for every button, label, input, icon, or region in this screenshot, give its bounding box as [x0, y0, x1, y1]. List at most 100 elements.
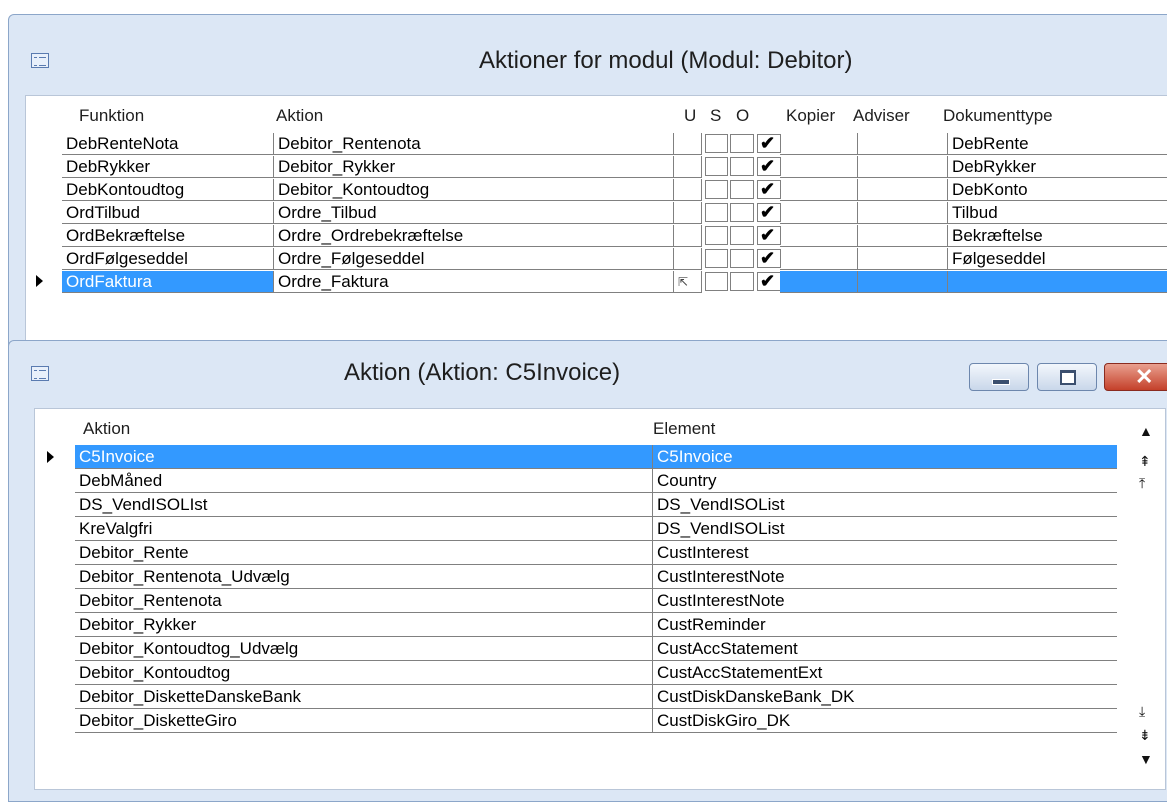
- table-row-selected[interactable]: C5Invoice C5Invoice: [47, 445, 1117, 469]
- aktion-cell[interactable]: DS_VendISOLIst: [75, 493, 653, 517]
- u-checkbox[interactable]: [705, 249, 728, 268]
- u-checkbox[interactable]: [705, 134, 728, 153]
- o-checkbox[interactable]: [757, 179, 781, 200]
- table-row[interactable]: DebRykker Debitor_Rykker DebRykker: [62, 156, 1167, 179]
- column-header-aktion[interactable]: Aktion: [276, 106, 323, 126]
- table-row[interactable]: DS_VendISOLIst DS_VendISOList: [75, 493, 1117, 517]
- o-checkbox[interactable]: [757, 133, 781, 154]
- column-header-element[interactable]: Element: [653, 419, 715, 439]
- funktion-cell[interactable]: DebKontoudtog: [62, 179, 274, 201]
- window-menu-icon[interactable]: [31, 53, 49, 68]
- table-row[interactable]: Debitor_Rentenota_Udvælg CustInterestNot…: [75, 565, 1117, 589]
- funktion-cell[interactable]: DebRenteNota: [62, 133, 274, 155]
- table-row[interactable]: OrdTilbud Ordre_Tilbud Tilbud: [62, 202, 1167, 225]
- dokumenttype-cell[interactable]: DebKonto: [948, 179, 1167, 201]
- u-checkbox[interactable]: [705, 180, 728, 199]
- aktion-cell[interactable]: Debitor_Rente: [75, 541, 653, 565]
- aktion-cell[interactable]: Debitor_Rykker: [274, 156, 674, 178]
- table-row[interactable]: DebMåned Country: [75, 469, 1117, 493]
- aktion-cell[interactable]: Debitor_Rentenota_Udvælg: [75, 565, 653, 589]
- adviser-cell[interactable]: [858, 133, 948, 155]
- kopier-cell[interactable]: [780, 271, 858, 293]
- adviser-cell[interactable]: [858, 248, 948, 270]
- kopier-cell[interactable]: [780, 179, 858, 201]
- u-checkbox[interactable]: [705, 226, 728, 245]
- adviser-cell[interactable]: [858, 202, 948, 224]
- column-header-adviser[interactable]: Adviser: [853, 106, 910, 126]
- o-checkbox[interactable]: [757, 202, 781, 223]
- funktion-cell[interactable]: OrdFaktura: [62, 271, 274, 293]
- aktion-cell[interactable]: Debitor_DisketteDanskeBank: [75, 685, 653, 709]
- adviser-cell[interactable]: [858, 225, 948, 247]
- funktion-cell[interactable]: OrdTilbud: [62, 202, 274, 224]
- dokumenttype-cell[interactable]: Følgeseddel: [948, 248, 1167, 270]
- aktion-cell[interactable]: Debitor_Rentenota: [75, 589, 653, 613]
- funktion-cell[interactable]: OrdBekræftelse: [62, 225, 274, 247]
- aktion-cell[interactable]: Debitor_Kontoudtog_Udvælg: [75, 637, 653, 661]
- s-checkbox[interactable]: [730, 134, 754, 153]
- element-cell[interactable]: DS_VendISOList: [653, 517, 1117, 541]
- element-cell[interactable]: DS_VendISOList: [653, 493, 1117, 517]
- element-cell[interactable]: CustAccStatement: [653, 637, 1117, 661]
- maximize-button[interactable]: [1037, 363, 1097, 391]
- table-row[interactable]: DebRenteNota Debitor_Rentenota DebRente: [62, 133, 1167, 156]
- table-row[interactable]: Debitor_Rykker CustReminder: [75, 613, 1117, 637]
- table-row[interactable]: Debitor_DisketteGiro CustDiskGiro_DK: [75, 709, 1117, 733]
- aktion-cell[interactable]: Debitor_Kontoudtog: [75, 661, 653, 685]
- dokumenttype-cell[interactable]: DebRykker: [948, 156, 1167, 178]
- s-checkbox[interactable]: [730, 203, 754, 222]
- o-checkbox[interactable]: [757, 156, 781, 177]
- u-checkbox[interactable]: [705, 157, 728, 176]
- table-row[interactable]: OrdFølgeseddel Ordre_Følgeseddel Følgese…: [62, 248, 1167, 271]
- adviser-cell[interactable]: [858, 179, 948, 201]
- aktion-cell[interactable]: Debitor_Rentenota: [274, 133, 674, 155]
- element-cell[interactable]: CustInterest: [653, 541, 1117, 565]
- table-row-selected[interactable]: OrdFaktura Ordre_Faktura ⇱: [36, 271, 1167, 294]
- column-header-o[interactable]: O: [736, 106, 749, 126]
- o-checkbox[interactable]: [757, 225, 781, 246]
- column-header-u[interactable]: U: [684, 106, 696, 126]
- s-checkbox[interactable]: [730, 249, 754, 268]
- aktion-cell[interactable]: Debitor_DisketteGiro: [75, 709, 653, 733]
- close-button[interactable]: ✕: [1104, 363, 1167, 391]
- aktion-cell[interactable]: Ordre_Ordrebekræftelse: [274, 225, 674, 247]
- scroll-up-icon[interactable]: ▲: [1139, 423, 1153, 439]
- adviser-cell[interactable]: [858, 156, 948, 178]
- dokumenttype-cell[interactable]: Tilbud: [948, 202, 1167, 224]
- element-cell[interactable]: Country: [653, 469, 1117, 493]
- cell-dropdown-icon[interactable]: ⇱: [678, 271, 688, 292]
- funktion-cell[interactable]: OrdFølgeseddel: [62, 248, 274, 270]
- table-row[interactable]: OrdBekræftelse Ordre_Ordrebekræftelse Be…: [62, 225, 1167, 248]
- aktion-cell[interactable]: Ordre_Tilbud: [274, 202, 674, 224]
- table-row[interactable]: KreValgfri DS_VendISOList: [75, 517, 1117, 541]
- s-checkbox[interactable]: [730, 226, 754, 245]
- element-cell[interactable]: CustDiskGiro_DK: [653, 709, 1117, 733]
- table-row[interactable]: Debitor_Kontoudtog CustAccStatementExt: [75, 661, 1117, 685]
- o-checkbox[interactable]: [757, 271, 781, 292]
- s-checkbox[interactable]: [730, 180, 754, 199]
- aktion-cell[interactable]: Ordre_Følgeseddel: [274, 248, 674, 270]
- element-cell[interactable]: C5Invoice: [653, 445, 1117, 469]
- s-checkbox[interactable]: [730, 272, 754, 291]
- dokumenttype-cell[interactable]: Bekræftelse: [948, 225, 1167, 247]
- page-up-icon[interactable]: ⇞: [1139, 453, 1151, 470]
- u-checkbox[interactable]: [705, 203, 728, 222]
- element-cell[interactable]: CustDiskDanskeBank_DK: [653, 685, 1117, 709]
- vertical-scrollbar[interactable]: ▲ ⇞ ⤒ ⤓ ⇟ ▼: [1131, 409, 1161, 789]
- element-cell[interactable]: CustAccStatementExt: [653, 661, 1117, 685]
- column-header-kopier[interactable]: Kopier: [786, 106, 835, 126]
- aktion-cell[interactable]: Debitor_Rykker: [75, 613, 653, 637]
- kopier-cell[interactable]: [780, 248, 858, 270]
- dokumenttype-cell[interactable]: [948, 271, 1167, 293]
- column-header-aktion[interactable]: Aktion: [83, 419, 130, 439]
- element-cell[interactable]: CustReminder: [653, 613, 1117, 637]
- page-down-icon[interactable]: ⇟: [1139, 727, 1151, 744]
- table-row[interactable]: Debitor_DisketteDanskeBank CustDiskDansk…: [75, 685, 1117, 709]
- column-header-dokumenttype[interactable]: Dokumenttype: [943, 106, 1053, 126]
- column-header-s[interactable]: S: [710, 106, 721, 126]
- table-row[interactable]: Debitor_Kontoudtog_Udvælg CustAccStateme…: [75, 637, 1117, 661]
- kopier-cell[interactable]: [780, 225, 858, 247]
- dokumenttype-cell[interactable]: DebRente: [948, 133, 1167, 155]
- funktion-cell[interactable]: DebRykker: [62, 156, 274, 178]
- window-menu-icon[interactable]: [31, 366, 49, 381]
